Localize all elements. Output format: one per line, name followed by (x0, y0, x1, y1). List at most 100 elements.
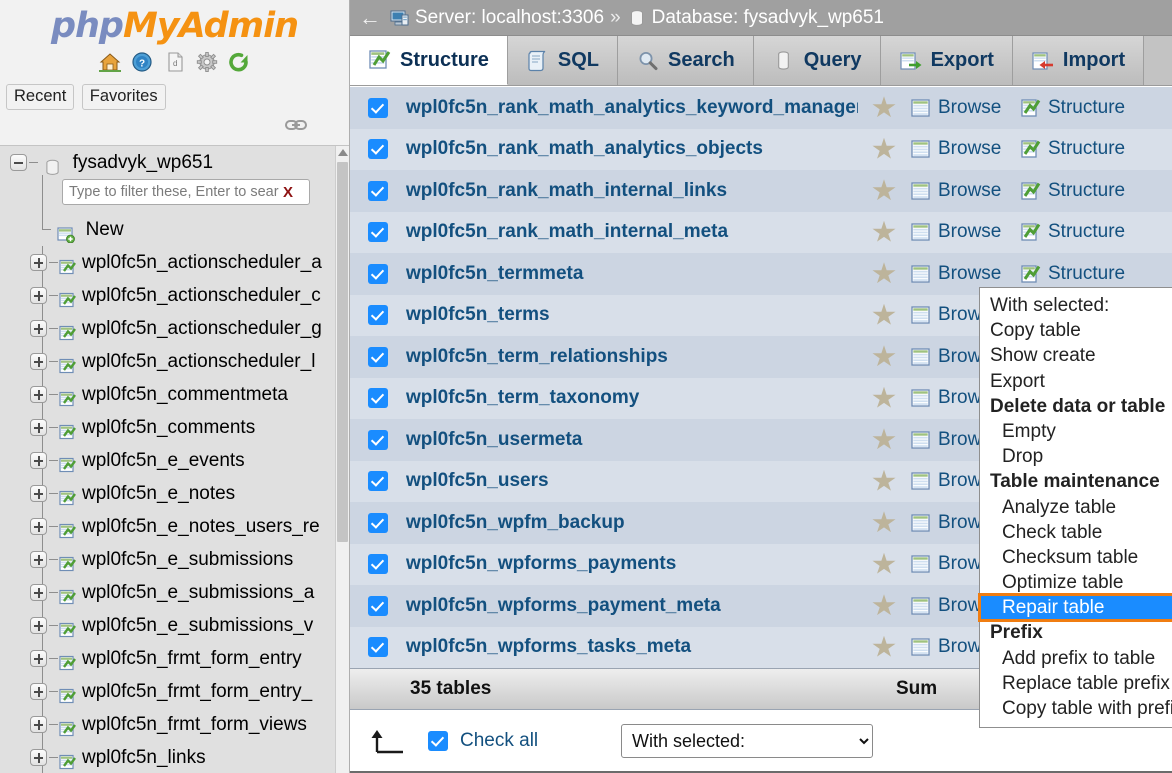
menu-item-export[interactable]: Export (980, 369, 1172, 394)
star-icon[interactable] (872, 636, 896, 659)
menu-item-with-selected[interactable]: With selected: (980, 293, 1172, 318)
tree-table-label[interactable]: wpl0fc5n_e_notes_users_re (82, 516, 320, 537)
row-checkbox-cell[interactable] (350, 554, 406, 574)
menu-item-drop[interactable]: Drop (980, 444, 1172, 469)
star-icon[interactable] (872, 553, 896, 576)
row-checkbox-cell[interactable] (350, 430, 406, 450)
tree-node-table[interactable]: wpl0fc5n_e_notes (0, 477, 335, 510)
tree-node-new[interactable]: New (0, 213, 335, 246)
select-all-arrow-icon[interactable] (350, 726, 428, 756)
tree-node-table[interactable]: wpl0fc5n_actionscheduler_c (0, 279, 335, 312)
tree-table-label[interactable]: wpl0fc5n_e_submissions_v (82, 615, 313, 636)
structure-link[interactable]: Structure (1020, 180, 1172, 202)
table-name-link[interactable]: wpl0fc5n_rank_math_internal_meta (406, 221, 858, 243)
expand-toggle-icon[interactable] (30, 353, 47, 370)
menu-item-checksum-table[interactable]: Checksum table (980, 545, 1172, 570)
tree-node-table[interactable]: wpl0fc5n_frmt_form_entry_ (0, 675, 335, 708)
help-icon[interactable]: ? (130, 51, 154, 73)
check-all-checkbox[interactable] (428, 731, 448, 751)
star-icon[interactable] (872, 387, 896, 410)
row-checkbox-cell[interactable] (350, 513, 406, 533)
breadcrumb-database[interactable]: Database: fysadvyk_wp651 (627, 7, 884, 29)
table-name-link[interactable]: wpl0fc5n_terms (406, 304, 858, 326)
menu-item-repair-table[interactable]: Repair table (980, 595, 1172, 620)
structure-link[interactable]: Structure (1020, 97, 1172, 119)
row-checkbox-cell[interactable] (350, 222, 406, 242)
row-checkbox-cell[interactable] (350, 264, 406, 284)
table-name-link[interactable]: wpl0fc5n_wpforms_tasks_meta (406, 636, 858, 658)
check-all-label[interactable]: Check all (460, 730, 538, 752)
tree-filter-input[interactable] (67, 183, 281, 201)
expand-toggle-icon[interactable] (30, 617, 47, 634)
tree-node-table[interactable]: wpl0fc5n_actionscheduler_g (0, 312, 335, 345)
settings-gear-icon[interactable] (195, 51, 219, 73)
expand-toggle-icon[interactable] (30, 518, 47, 535)
filter-clear-icon[interactable]: X (281, 184, 293, 201)
tree-node-table[interactable]: wpl0fc5n_actionscheduler_l (0, 345, 335, 378)
browse-link[interactable]: Browse (910, 180, 1020, 202)
tree-node-table[interactable]: wpl0fc5n_e_submissions_a (0, 576, 335, 609)
row-checkbox-cell[interactable] (350, 139, 406, 159)
expand-toggle-icon[interactable] (30, 683, 47, 700)
favorite-star-cell[interactable] (858, 511, 910, 534)
favorite-star-cell[interactable] (858, 221, 910, 244)
row-checkbox-cell[interactable] (350, 98, 406, 118)
favorite-star-cell[interactable] (858, 345, 910, 368)
row-checkbox[interactable] (368, 181, 388, 201)
tree-node-table[interactable]: wpl0fc5n_e_submissions_v (0, 609, 335, 642)
star-icon[interactable] (872, 179, 896, 202)
row-checkbox[interactable] (368, 305, 388, 325)
row-checkbox[interactable] (368, 637, 388, 657)
collapse-toggle-icon[interactable] (10, 154, 27, 171)
tree-table-label[interactable]: wpl0fc5n_frmt_form_views (82, 714, 307, 735)
with-selected-dropdown-menu[interactable]: With selected:Copy tableShow createExpor… (979, 287, 1172, 728)
expand-toggle-icon[interactable] (30, 749, 47, 766)
tree-table-label[interactable]: wpl0fc5n_actionscheduler_l (82, 351, 315, 372)
tree-table-label[interactable]: wpl0fc5n_e_submissions_a (82, 582, 314, 603)
menu-item-optimize-table[interactable]: Optimize table (980, 570, 1172, 595)
recent-tab[interactable]: Recent (6, 84, 74, 110)
row-checkbox-cell[interactable] (350, 388, 406, 408)
table-name-link[interactable]: wpl0fc5n_usermeta (406, 429, 858, 451)
expand-toggle-icon[interactable] (30, 716, 47, 733)
favorite-star-cell[interactable] (858, 387, 910, 410)
table-name-link[interactable]: wpl0fc5n_rank_math_internal_links (406, 180, 858, 202)
tab-query[interactable]: Query (754, 36, 881, 85)
table-name-link[interactable]: wpl0fc5n_termmeta (406, 263, 858, 285)
expand-toggle-icon[interactable] (30, 419, 47, 436)
browse-link[interactable]: Browse (910, 138, 1020, 160)
star-icon[interactable] (872, 304, 896, 327)
table-name-link[interactable]: wpl0fc5n_term_relationships (406, 346, 858, 368)
row-checkbox[interactable] (368, 388, 388, 408)
breadcrumb-server[interactable]: Server: localhost:3306 (390, 7, 604, 29)
tab-sql[interactable]: SQL (508, 36, 618, 85)
row-checkbox[interactable] (368, 513, 388, 533)
favorite-star-cell[interactable] (858, 636, 910, 659)
table-name-link[interactable]: wpl0fc5n_rank_math_analytics_keyword_man… (406, 97, 858, 119)
row-checkbox[interactable] (368, 98, 388, 118)
row-checkbox-cell[interactable] (350, 637, 406, 657)
star-icon[interactable] (872, 138, 896, 161)
favorite-star-cell[interactable] (858, 304, 910, 327)
favorite-star-cell[interactable] (858, 470, 910, 493)
star-icon[interactable] (872, 511, 896, 534)
row-checkbox-cell[interactable] (350, 305, 406, 325)
row-checkbox[interactable] (368, 222, 388, 242)
tree-table-label[interactable]: wpl0fc5n_actionscheduler_g (82, 318, 322, 339)
star-icon[interactable] (872, 96, 896, 119)
tab-import[interactable]: Import (1013, 36, 1144, 85)
tree-table-label[interactable]: wpl0fc5n_commentmeta (82, 384, 288, 405)
browse-link[interactable]: Browse (910, 221, 1020, 243)
structure-link[interactable]: Structure (1020, 221, 1172, 243)
tree-node-table[interactable]: wpl0fc5n_e_notes_users_re (0, 510, 335, 543)
menu-item-analyze-table[interactable]: Analyze table (980, 495, 1172, 520)
tree-new-label[interactable]: New (86, 219, 124, 240)
table-name-link[interactable]: wpl0fc5n_term_taxonomy (406, 387, 858, 409)
row-checkbox-cell[interactable] (350, 471, 406, 491)
structure-link[interactable]: Structure (1020, 138, 1172, 160)
tree-node-table[interactable]: wpl0fc5n_e_submissions (0, 543, 335, 576)
star-icon[interactable] (872, 470, 896, 493)
row-checkbox[interactable] (368, 264, 388, 284)
browse-link[interactable]: Browse (910, 263, 1020, 285)
row-checkbox[interactable] (368, 596, 388, 616)
